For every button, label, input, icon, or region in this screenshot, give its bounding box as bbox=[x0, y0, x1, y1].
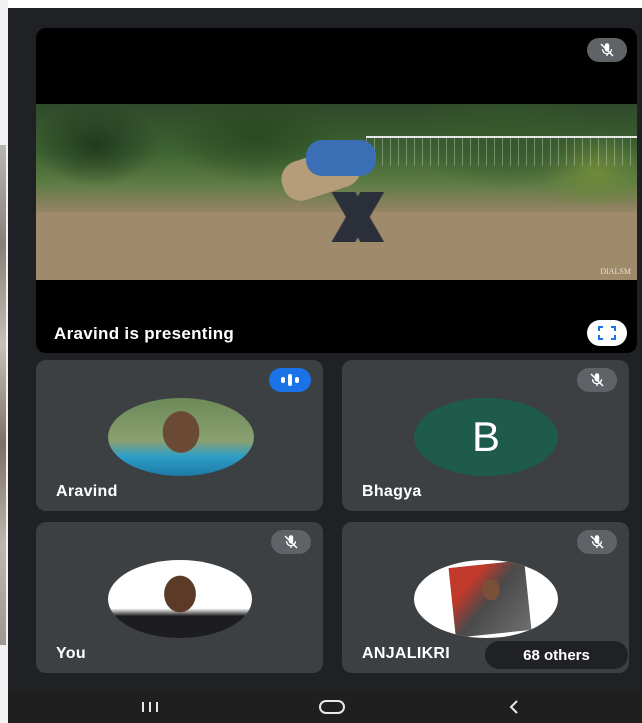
mic-off-icon bbox=[590, 373, 604, 387]
participant-tile-you[interactable]: You bbox=[36, 522, 323, 673]
avatar-bhagya: B bbox=[414, 398, 558, 476]
mic-off-icon bbox=[284, 535, 298, 549]
background-edge bbox=[0, 0, 8, 723]
meet-call-screen: DIALSM Aravind is presenting Aravind B B… bbox=[8, 8, 642, 723]
mute-indicator bbox=[271, 530, 311, 554]
video-person-carrying bbox=[306, 140, 376, 176]
audio-level-bar bbox=[281, 377, 285, 383]
recents-icon bbox=[142, 702, 158, 712]
others-count-chip[interactable]: 68 others bbox=[485, 641, 628, 669]
participant-name: You bbox=[56, 645, 86, 662]
mute-indicator bbox=[577, 530, 617, 554]
mic-off-icon bbox=[600, 43, 614, 57]
speaking-indicator bbox=[269, 368, 311, 392]
avatar-you bbox=[108, 560, 252, 638]
fullscreen-icon bbox=[598, 326, 616, 340]
recents-button[interactable] bbox=[120, 691, 180, 723]
video-net bbox=[366, 136, 637, 166]
fullscreen-button[interactable] bbox=[587, 320, 627, 346]
presentation-tile[interactable]: DIALSM Aravind is presenting bbox=[36, 28, 637, 353]
avatar-anjalikri bbox=[414, 560, 558, 638]
android-navigation-bar bbox=[8, 691, 642, 723]
home-button[interactable] bbox=[302, 691, 362, 723]
presenting-label: Aravind is presenting bbox=[54, 324, 235, 343]
background-edge-image bbox=[0, 145, 6, 645]
avatar-anjalikri-photo bbox=[448, 560, 532, 638]
participant-name: Aravind bbox=[56, 483, 118, 500]
home-icon bbox=[319, 700, 345, 714]
mic-off-icon bbox=[590, 535, 604, 549]
avatar-aravind bbox=[108, 398, 254, 476]
participant-name: Bhagya bbox=[362, 483, 422, 500]
shared-video-frame: DIALSM bbox=[36, 104, 637, 280]
mute-indicator bbox=[577, 368, 617, 392]
participant-tile-bhagya[interactable]: B Bhagya bbox=[342, 360, 629, 511]
video-legs bbox=[296, 192, 426, 242]
back-icon bbox=[509, 700, 518, 714]
participant-tile-aravind[interactable]: Aravind bbox=[36, 360, 323, 511]
video-watermark: DIALSM bbox=[600, 267, 631, 276]
mute-indicator bbox=[587, 38, 627, 62]
audio-level-bar bbox=[288, 374, 292, 386]
audio-level-bar bbox=[295, 377, 299, 383]
participant-name: ANJALIKRI bbox=[362, 645, 451, 662]
back-button[interactable] bbox=[484, 691, 544, 723]
